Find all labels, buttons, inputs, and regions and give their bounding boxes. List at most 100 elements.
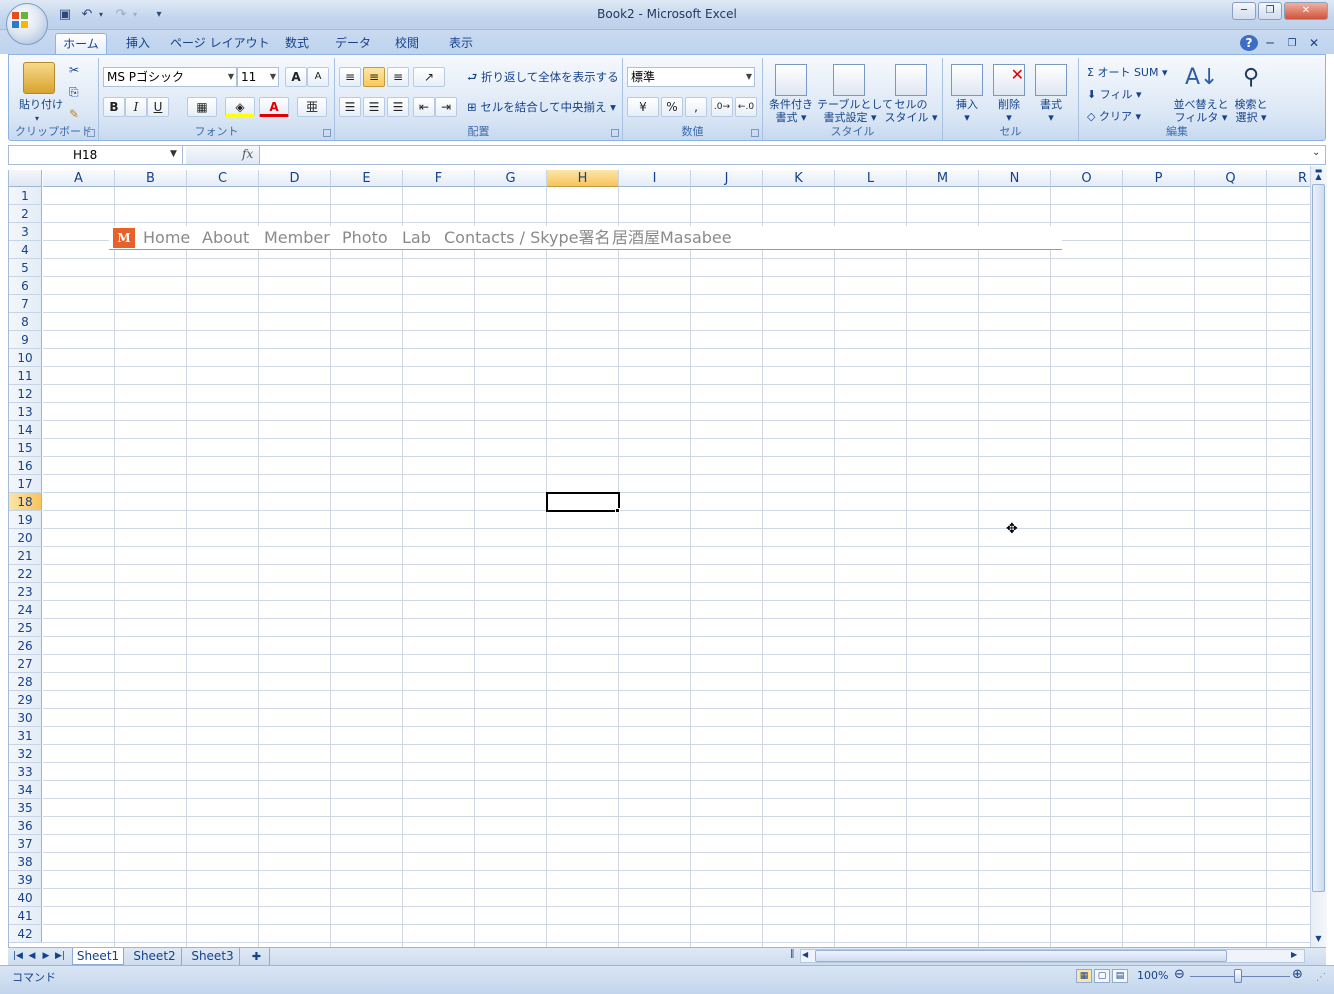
zoom-level[interactable]: 100%: [1137, 969, 1168, 982]
active-cell[interactable]: [546, 492, 620, 512]
italic-button[interactable]: I: [125, 97, 147, 117]
column-header-a[interactable]: A: [43, 170, 115, 187]
wrap-text-button[interactable]: ⮐ 折り返して全体を表示する: [467, 71, 619, 84]
row-header-34[interactable]: 34: [9, 781, 42, 799]
worksheet-grid[interactable]: M Home About Member Photo Lab Contacts /…: [8, 170, 1310, 947]
column-header-b[interactable]: B: [115, 170, 187, 187]
column-header-i[interactable]: I: [619, 170, 691, 187]
row-header-3[interactable]: 3: [9, 223, 42, 241]
delete-cells-icon[interactable]: ✕: [993, 64, 1025, 96]
format-painter-icon[interactable]: ✎: [69, 108, 79, 121]
align-middle-icon[interactable]: ≡: [363, 67, 385, 87]
decrease-indent-icon[interactable]: ⇤: [413, 97, 435, 117]
help-icon[interactable]: ?: [1240, 35, 1258, 51]
row-header-29[interactable]: 29: [9, 691, 42, 709]
cell-area[interactable]: [43, 187, 1310, 947]
column-header-c[interactable]: C: [187, 170, 259, 187]
tab-page-layout[interactable]: ページ レイアウト: [170, 33, 270, 54]
alignment-launcher-icon[interactable]: [611, 129, 619, 137]
row-header-20[interactable]: 20: [9, 529, 42, 547]
resize-grip-icon[interactable]: ⋰: [1316, 972, 1326, 983]
align-left-icon[interactable]: ☰: [339, 97, 361, 117]
insert-cells-button[interactable]: 挿入 ▾: [947, 98, 987, 124]
formula-expand-icon[interactable]: ⌄: [1312, 147, 1320, 158]
conditional-formatting-button[interactable]: 条件付き 書式 ▾: [765, 98, 817, 124]
row-header-10[interactable]: 10: [9, 349, 42, 367]
sort-filter-icon[interactable]: A↓: [1185, 62, 1218, 94]
font-name-combo[interactable]: MS Pゴシック ▼: [103, 67, 237, 87]
column-header-g[interactable]: G: [475, 170, 547, 187]
row-header-22[interactable]: 22: [9, 565, 42, 583]
row-header-2[interactable]: 2: [9, 205, 42, 223]
zoom-in-icon[interactable]: ⊕: [1292, 967, 1303, 982]
undo-dropdown-icon[interactable]: ▾: [92, 6, 110, 24]
row-header-11[interactable]: 11: [9, 367, 42, 385]
fill-color-icon[interactable]: ◈: [225, 97, 255, 117]
row-header-8[interactable]: 8: [9, 313, 42, 331]
normal-view-icon[interactable]: ▦: [1076, 969, 1092, 983]
column-header-m[interactable]: M: [907, 170, 979, 187]
column-header-o[interactable]: O: [1051, 170, 1123, 187]
row-header-41[interactable]: 41: [9, 907, 42, 925]
conditional-formatting-icon[interactable]: [775, 64, 807, 96]
row-header-26[interactable]: 26: [9, 637, 42, 655]
name-box-dropdown-icon[interactable]: ▼: [170, 149, 177, 159]
column-header-r[interactable]: R: [1267, 170, 1310, 187]
find-select-button[interactable]: 検索と 選択 ▾: [1229, 98, 1273, 124]
phonetic-icon[interactable]: 亜: [297, 97, 327, 117]
row-header-32[interactable]: 32: [9, 745, 42, 763]
row-header-21[interactable]: 21: [9, 547, 42, 565]
nav-link-member[interactable]: Member: [264, 227, 330, 249]
tab-home[interactable]: ホーム: [55, 33, 107, 54]
row-header-18[interactable]: 18: [9, 493, 42, 511]
column-header-q[interactable]: Q: [1195, 170, 1267, 187]
row-header-38[interactable]: 38: [9, 853, 42, 871]
column-header-k[interactable]: K: [763, 170, 835, 187]
column-header-e[interactable]: E: [331, 170, 403, 187]
row-header-7[interactable]: 7: [9, 295, 42, 313]
name-box[interactable]: H18: [8, 145, 183, 165]
merge-center-button[interactable]: ⊞ セルを結合して中央揃え ▾: [467, 101, 616, 114]
insert-sheet-icon[interactable]: ✚: [244, 948, 270, 965]
row-header-31[interactable]: 31: [9, 727, 42, 745]
align-bottom-icon[interactable]: ≡: [387, 67, 409, 87]
ribbon-restore-icon[interactable]: ❐: [1284, 33, 1300, 54]
nav-link-contacts[interactable]: Contacts / Skype署名: [444, 227, 610, 249]
row-header-25[interactable]: 25: [9, 619, 42, 637]
font-size-combo[interactable]: 11 ▼: [237, 67, 279, 87]
save-icon[interactable]: ▣: [56, 6, 74, 24]
column-header-p[interactable]: P: [1123, 170, 1195, 187]
scroll-left-icon[interactable]: ◀: [802, 950, 808, 959]
row-header-39[interactable]: 39: [9, 871, 42, 889]
vertical-scroll-thumb[interactable]: [1312, 184, 1325, 892]
restore-button[interactable]: ❐: [1258, 2, 1282, 20]
row-header-42[interactable]: 42: [9, 925, 42, 943]
sheet-tab-2[interactable]: Sheet2: [128, 948, 182, 965]
comma-button[interactable]: ,: [685, 97, 707, 117]
ribbon-minimize-icon[interactable]: ─: [1262, 33, 1278, 54]
align-right-icon[interactable]: ☰: [387, 97, 409, 117]
row-header-17[interactable]: 17: [9, 475, 42, 493]
row-header-28[interactable]: 28: [9, 673, 42, 691]
column-header-h[interactable]: H: [547, 170, 619, 187]
page-layout-view-icon[interactable]: ▢: [1094, 969, 1110, 983]
close-button[interactable]: ✕: [1284, 2, 1328, 20]
font-launcher-icon[interactable]: [323, 129, 331, 137]
scroll-right-icon[interactable]: ▶: [1291, 950, 1297, 959]
ribbon-close-icon[interactable]: ✕: [1306, 33, 1322, 54]
increase-indent-icon[interactable]: ⇥: [435, 97, 457, 117]
grow-font-icon[interactable]: A: [285, 67, 307, 87]
copy-icon[interactable]: ⎘: [69, 86, 79, 99]
row-header-24[interactable]: 24: [9, 601, 42, 619]
nav-link-izakaya[interactable]: 居酒屋Masabee: [612, 227, 732, 249]
row-header-5[interactable]: 5: [9, 259, 42, 277]
format-cells-button[interactable]: 書式 ▾: [1031, 98, 1071, 124]
nav-link-about[interactable]: About: [202, 227, 249, 249]
number-format-combo[interactable]: 標準 ▼: [627, 67, 755, 87]
sort-filter-button[interactable]: 並べ替えと フィルタ ▾: [1173, 98, 1229, 124]
row-header-23[interactable]: 23: [9, 583, 42, 601]
redo-dropdown-icon[interactable]: ▾: [126, 6, 144, 24]
row-header-13[interactable]: 13: [9, 403, 42, 421]
cut-icon[interactable]: ✂: [69, 64, 79, 77]
row-header-15[interactable]: 15: [9, 439, 42, 457]
